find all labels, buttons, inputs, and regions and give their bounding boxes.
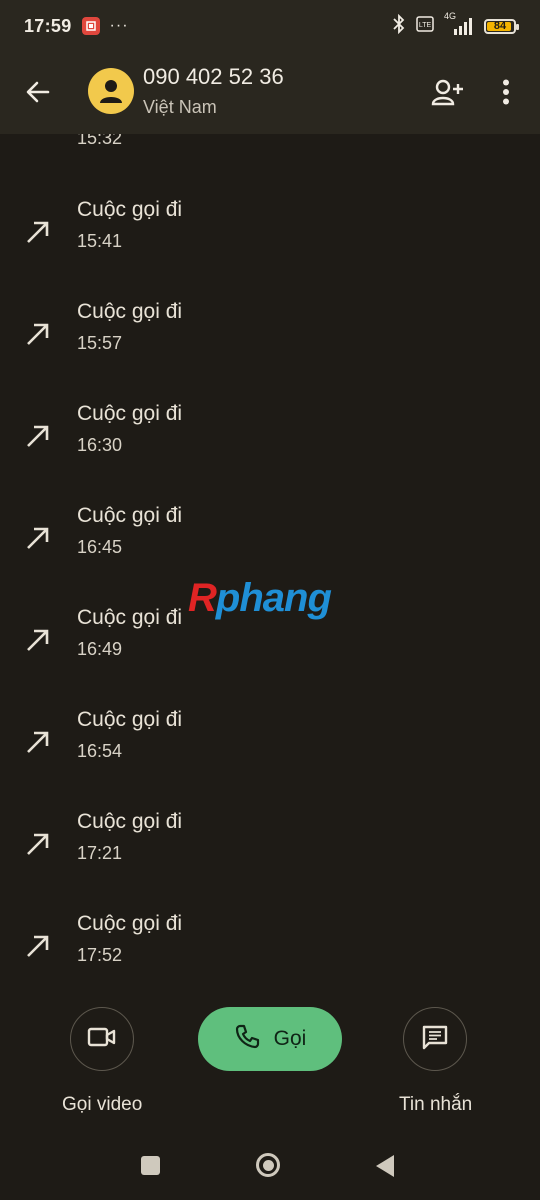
battery-level: 84 <box>493 19 507 32</box>
more-notifications-icon: ··· <box>109 17 129 34</box>
contact-avatar-icon <box>88 68 134 114</box>
outgoing-call-icon <box>24 218 52 246</box>
call-button[interactable]: Gọi <box>198 1007 342 1071</box>
outgoing-call-icon <box>24 422 52 450</box>
status-bar: 17:59 ··· LTE 4G 84 <box>0 0 540 52</box>
call-time: 15:32 <box>77 134 123 148</box>
video-call-button[interactable] <box>70 1007 134 1071</box>
app-header: 090 402 52 36 Việt Nam <box>0 52 540 134</box>
call-button-label: Gọi <box>273 1027 307 1050</box>
status-time: 17:59 <box>24 15 72 36</box>
call-log-item[interactable]: Cuộc gọi đi 17:21 <box>0 810 540 912</box>
call-log-item[interactable]: Cuộc gọi đi 16:54 <box>0 708 540 810</box>
call-time: 17:21 <box>77 843 123 863</box>
location: Việt Nam <box>143 97 217 117</box>
back-arrow-icon[interactable] <box>18 72 58 112</box>
app-notification-icon <box>81 17 100 35</box>
call-time: 17:52 <box>77 945 123 965</box>
call-type: Cuộc gọi đi <box>77 606 183 629</box>
call-type: Cuộc gọi đi <box>77 300 183 323</box>
video-camera-icon <box>87 1026 117 1053</box>
call-type: Cuộc gọi đi <box>77 402 183 425</box>
message-icon <box>421 1024 449 1055</box>
call-type: Cuộc gọi đi <box>77 504 183 527</box>
call-time: 15:57 <box>77 333 123 353</box>
call-time: 16:30 <box>77 435 123 455</box>
call-type: Cuộc gọi đi <box>77 198 183 221</box>
call-time: 16:54 <box>77 741 123 761</box>
call-time: 16:45 <box>77 537 123 557</box>
system-nav-bar <box>0 1130 540 1200</box>
action-bar: Gọi Gọi video Tin nhắn <box>0 1000 540 1130</box>
outgoing-call-icon <box>24 320 52 348</box>
signal-icon: 4G <box>444 11 474 35</box>
message-label: Tin nhắn <box>399 1094 473 1115</box>
more-options-icon[interactable] <box>490 74 522 110</box>
call-log-item[interactable]: Cuộc gọi đi 16:30 <box>0 402 540 504</box>
outgoing-call-icon <box>24 830 52 858</box>
network-type: 4G <box>444 11 457 21</box>
back-triangle-icon[interactable] <box>376 1155 394 1177</box>
recents-square-icon[interactable] <box>141 1156 160 1175</box>
call-type: Cuộc gọi đi <box>77 912 183 935</box>
phone-icon <box>234 1023 260 1055</box>
call-type: Cuộc gọi đi <box>77 810 183 833</box>
watermark-text: phang <box>215 576 332 620</box>
watermark-logo: Rphang <box>188 576 332 621</box>
call-log-item[interactable]: Cuộc gọi đi 15:41 <box>0 198 540 300</box>
video-call-label: Gọi video <box>62 1094 143 1115</box>
watermark-letter: R <box>188 576 217 620</box>
call-type: Cuộc gọi đi <box>77 708 183 731</box>
call-time: 15:41 <box>77 231 123 251</box>
call-log-item[interactable]: Cuộc gọi đi 16:49 <box>0 606 540 708</box>
outgoing-call-icon <box>24 728 52 756</box>
battery-icon: 84 <box>484 18 519 34</box>
call-log-item[interactable]: Cuộc gọi đi 17:52 <box>0 912 540 984</box>
add-contact-icon[interactable] <box>428 74 468 110</box>
call-time: 16:49 <box>77 639 123 659</box>
home-circle-icon[interactable] <box>256 1153 280 1177</box>
outgoing-call-icon <box>24 524 52 552</box>
phone-number: 090 402 52 36 <box>143 64 284 89</box>
volte-icon: LTE <box>416 15 434 37</box>
call-log-list[interactable]: 15:32 Cuộc gọi đi 15:41 Cuộc gọi đi 15:5… <box>0 134 540 984</box>
svg-text:LTE: LTE <box>419 22 432 29</box>
message-button[interactable] <box>403 1007 467 1071</box>
outgoing-call-icon <box>24 626 52 654</box>
call-log-item[interactable]: Cuộc gọi đi 15:57 <box>0 300 540 402</box>
bluetooth-icon <box>392 13 406 39</box>
outgoing-call-icon <box>24 932 52 960</box>
